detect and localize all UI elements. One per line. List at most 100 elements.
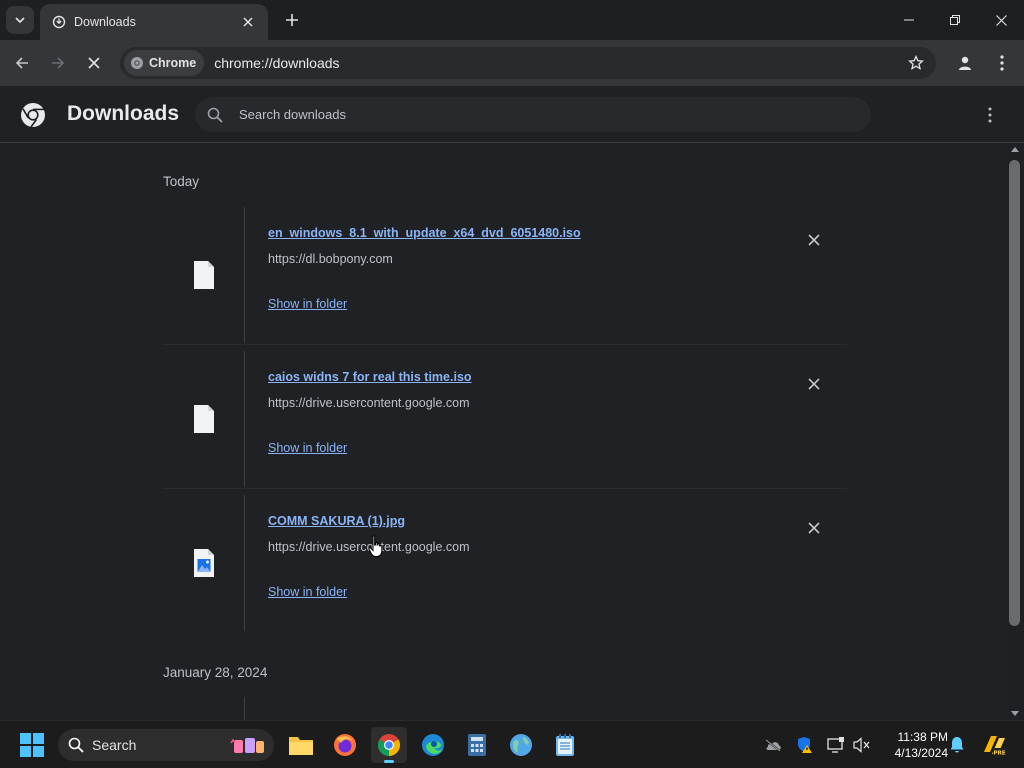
person-icon: [959, 56, 971, 70]
profile-button[interactable]: [951, 49, 979, 77]
remove-from-list-button[interactable]: [803, 373, 825, 395]
date-group-header: Today: [163, 174, 200, 189]
tab-close-button[interactable]: [238, 12, 258, 32]
scroll-down-arrow-icon[interactable]: [1011, 711, 1019, 716]
scrollbar-thumb[interactable]: [1009, 160, 1020, 626]
display-icon[interactable]: [826, 735, 846, 755]
tab-downloads[interactable]: Downloads: [40, 4, 268, 40]
volume-muted-icon[interactable]: [852, 735, 872, 755]
download-item: COMM SAKURA (1).jpg https://drive.userco…: [163, 495, 847, 631]
chrome-logo-icon: [21, 103, 45, 128]
downloads-header: Downloads: [0, 86, 1024, 143]
stop-loading-button[interactable]: [80, 49, 108, 77]
onedrive-offline-icon[interactable]: [763, 735, 783, 755]
chrome-menu-button[interactable]: [988, 49, 1016, 77]
star-icon: [908, 55, 924, 70]
minimize-button[interactable]: [886, 0, 932, 40]
folder-icon: [289, 737, 313, 755]
hand-pointer-cursor-icon: [368, 535, 383, 557]
tab-search-button[interactable]: [6, 6, 34, 34]
back-button[interactable]: [8, 49, 36, 77]
site-chip-label: Chrome: [149, 56, 197, 70]
taskbar-search-box[interactable]: Search: [58, 729, 274, 761]
search-downloads-box[interactable]: [195, 97, 871, 132]
page-title: Downloads: [67, 102, 180, 125]
notification-bell-icon[interactable]: [947, 735, 967, 755]
next-item-border: [244, 697, 245, 720]
firefox-icon: [334, 734, 356, 756]
download-source-url: https://drive.usercontent.google.com: [268, 396, 470, 410]
clock-date: 4/13/2024: [894, 746, 948, 760]
download-history-icon: [52, 15, 66, 29]
downloads-more-actions-button[interactable]: [980, 102, 1000, 128]
clock-time: 11:38 PM: [897, 730, 948, 744]
bookmark-button[interactable]: [902, 49, 930, 77]
close-window-button[interactable]: [978, 0, 1024, 40]
chevron-down-icon: [15, 17, 25, 24]
item-divider: [163, 344, 847, 345]
security-shield-icon[interactable]: [795, 735, 815, 755]
close-icon: [808, 522, 820, 534]
taskbar-notepad[interactable]: [547, 727, 583, 763]
download-file-name[interactable]: COMM SAKURA (1).jpg: [268, 514, 405, 528]
show-in-folder-link[interactable]: Show in folder: [268, 585, 347, 599]
chrome-logo-icon: [131, 57, 143, 69]
download-file-name[interactable]: en_windows_8.1_with_update_x64_dvd_60514…: [268, 226, 581, 240]
more-vert-icon: [988, 107, 992, 123]
url-text[interactable]: chrome://downloads: [214, 55, 902, 71]
remove-from-list-button[interactable]: [803, 517, 825, 539]
download-item: caios widns 7 for real this time.iso htt…: [163, 351, 847, 487]
windows-start-icon[interactable]: [20, 733, 44, 757]
taskbar-firefox[interactable]: [327, 727, 363, 763]
restore-icon: [950, 15, 960, 25]
more-vert-icon: [1000, 55, 1004, 71]
new-tab-button[interactable]: [280, 8, 304, 32]
copilot-pre-icon[interactable]: PRE: [980, 731, 1008, 759]
scroll-up-arrow-icon[interactable]: [1011, 147, 1019, 152]
forward-button[interactable]: [44, 49, 72, 77]
date-group-header: January 28, 2024: [163, 665, 268, 680]
arrow-left-icon: [15, 57, 28, 69]
remove-from-list-button[interactable]: [803, 229, 825, 251]
document-icon: [193, 405, 214, 433]
taskbar-maps[interactable]: [503, 727, 539, 763]
download-item: en_windows_8.1_with_update_x64_dvd_60514…: [163, 207, 847, 343]
chrome-icon: [378, 734, 400, 756]
address-bar[interactable]: Chrome chrome://downloads: [120, 47, 936, 79]
search-icon: [207, 107, 223, 123]
page-scrollbar[interactable]: [1007, 143, 1024, 720]
tab-strip: Downloads: [0, 0, 1024, 40]
image-file-icon: [193, 549, 214, 577]
taskbar-calculator[interactable]: [459, 727, 495, 763]
plus-icon: [286, 14, 298, 26]
windows-taskbar: Search 11:38 PM 4/13/2024 PRE: [0, 720, 1024, 768]
file-icon-cell: [163, 207, 245, 343]
file-icon-cell: [163, 351, 245, 487]
taskbar-edge[interactable]: [415, 727, 451, 763]
show-in-folder-link[interactable]: Show in folder: [268, 441, 347, 455]
site-info-chip[interactable]: Chrome: [124, 50, 205, 76]
calculator-icon: [468, 734, 486, 756]
restore-button[interactable]: [932, 0, 978, 40]
taskbar-chrome[interactable]: [371, 727, 407, 763]
arrow-right-icon: [52, 57, 65, 69]
taskbar-search-label: Search: [92, 737, 137, 753]
search-highlight-icon: [230, 738, 264, 753]
item-divider: [163, 488, 847, 489]
close-icon: [243, 17, 253, 27]
downloads-list: Today en_windows_8.1_with_update_x64_dvd…: [0, 143, 1007, 720]
minimize-icon: [904, 19, 914, 21]
active-app-indicator: [384, 760, 394, 763]
system-clock[interactable]: 11:38 PM 4/13/2024: [878, 729, 948, 761]
close-icon: [995, 14, 1007, 26]
edge-icon: [422, 734, 444, 756]
show-in-folder-link[interactable]: Show in folder: [268, 297, 347, 311]
search-downloads-input[interactable]: [239, 107, 799, 122]
globe-map-icon: [510, 734, 532, 756]
close-icon: [808, 378, 820, 390]
file-icon-cell: [163, 495, 245, 631]
taskbar-file-explorer[interactable]: [283, 727, 319, 763]
download-file-name[interactable]: caios widns 7 for real this time.iso: [268, 370, 472, 384]
download-source-url: https://dl.bobpony.com: [268, 252, 393, 266]
notepad-icon: [556, 734, 574, 756]
